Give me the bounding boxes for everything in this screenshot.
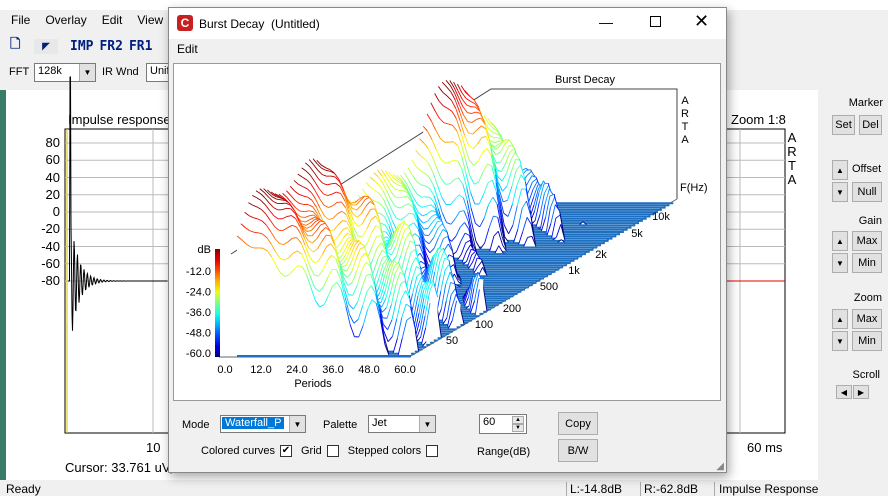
freq-tick: 5k (631, 228, 643, 240)
options-row: Colored curves ✔ Grid Stepped colors (201, 445, 438, 457)
grid-label: Grid (301, 445, 322, 457)
bw-button[interactable]: B/W (558, 439, 598, 462)
decay-curve-segment (446, 184, 450, 185)
period-tick: 24.0 (286, 364, 307, 376)
decay-curve-segment (415, 245, 419, 246)
decay-curve-segment (301, 217, 305, 218)
resize-grip-icon[interactable]: ◢ (716, 461, 724, 472)
spin-down-icon[interactable]: ▼ (512, 424, 524, 432)
range-label: Range(dB) (477, 446, 530, 458)
stepped-colors-checkbox[interactable] (426, 445, 438, 457)
db-label: dB (198, 244, 211, 256)
chevron-down-icon[interactable]: ▼ (419, 416, 435, 432)
colored-curves-checkbox[interactable]: ✔ (280, 445, 292, 457)
period-label: Periods (294, 378, 332, 390)
freq-tick: 200 (503, 303, 521, 315)
arta-logo-letter: T (682, 121, 689, 133)
freq-tick: 1k (568, 265, 580, 277)
freq-tick: 50 (446, 335, 458, 347)
freq-tick: 500 (540, 281, 558, 293)
palette-select[interactable]: Jet ▼ (368, 415, 436, 433)
colored-curves-label: Colored curves (201, 445, 275, 457)
color-scale-bar (215, 249, 220, 357)
freq-tick: 2k (595, 249, 607, 261)
period-tick: 12.0 (250, 364, 271, 376)
waterfall-svg: dB -12.0 -24.0 -36.0 -48.0 -60.0 0.0 12.0 24.0 36… (1, 1, 888, 496)
spin-up-icon[interactable]: ▲ (512, 416, 524, 424)
range-value: 60 (483, 416, 495, 428)
mode-select[interactable]: Waterfall_P ▼ (220, 415, 306, 433)
mode-value: Waterfall_P (222, 417, 284, 429)
period-tick: 0.0 (217, 364, 232, 376)
decay-curve-segment (300, 211, 304, 212)
range-spinner[interactable]: 60 ▲ ▼ (479, 414, 527, 434)
db-tick: -60.0 (186, 348, 211, 360)
palette-value: Jet (372, 417, 387, 429)
burst-decay-dialog: C Burst Decay (Untitled) — ✕ Edit dB-12.… (168, 7, 727, 473)
decay-curve-segment (351, 202, 355, 203)
decay-curve-segment (445, 163, 449, 164)
decay-curve-segment (254, 232, 258, 233)
chart-title: Burst Decay (555, 74, 615, 86)
copy-button[interactable]: Copy (558, 412, 598, 435)
db-tick: -36.0 (186, 307, 211, 319)
freq-tick: 10k (652, 211, 670, 223)
decay-curve-segment (424, 235, 428, 236)
decay-curve-segment (292, 238, 296, 239)
decay-curve-segment (315, 219, 319, 220)
decay-curve-segment (277, 199, 281, 200)
decay-curve-segment (526, 170, 530, 171)
period-tick: 48.0 (358, 364, 379, 376)
decay-curve-segment (449, 142, 453, 143)
db-tick: -12.0 (186, 266, 211, 278)
period-tick: 60.0 (394, 364, 415, 376)
stepped-colors-label: Stepped colors (348, 445, 421, 457)
arta-logo-letter: R (681, 108, 689, 120)
palette-label: Palette (323, 419, 357, 431)
db-tick: -48.0 (186, 328, 211, 340)
freq-tick: 100 (475, 319, 493, 331)
mode-label: Mode (182, 419, 210, 431)
db-tick: -24.0 (186, 287, 211, 299)
chevron-down-icon[interactable]: ▼ (289, 416, 305, 432)
decay-curve-segment (337, 202, 341, 203)
arta-logo-letter: A (681, 95, 689, 107)
decay-curve-segment (332, 183, 336, 184)
freq-label: F(Hz) (680, 182, 708, 194)
arta-logo-letter: A (681, 134, 689, 146)
period-tick: 36.0 (322, 364, 343, 376)
grid-checkbox[interactable] (327, 445, 339, 457)
